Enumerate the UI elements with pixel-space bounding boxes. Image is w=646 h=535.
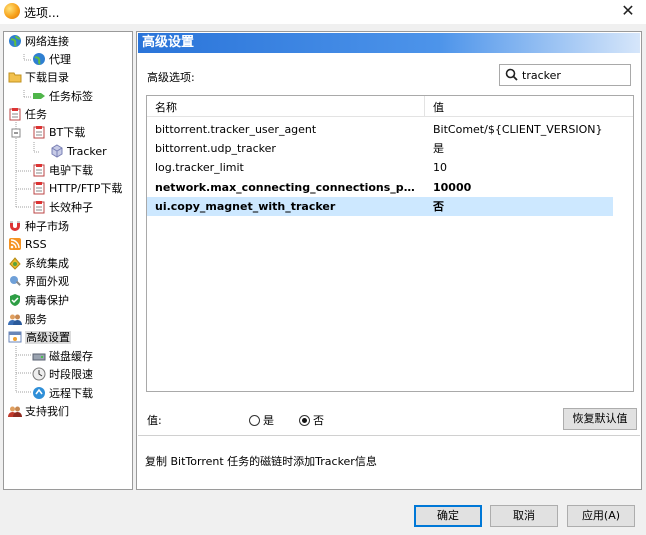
tree-item-system-integration[interactable]: 系统集成 [8, 255, 69, 273]
puzzle-icon [9, 257, 21, 270]
setting-value: BitComet/${CLIENT_VERSION} [433, 123, 603, 136]
tree-item-torrent-market[interactable]: 种子市场 [8, 218, 69, 236]
rss-icon [9, 238, 21, 250]
tree-item-disk-cache[interactable]: 磁盘缓存 [32, 348, 93, 366]
cancel-button[interactable]: 取消 [490, 505, 558, 527]
tree-item-virus-protection[interactable]: 病毒保护 [8, 292, 69, 310]
column-header-value[interactable]: 值 [433, 99, 444, 115]
tree-item-services[interactable]: 服务 [8, 311, 47, 329]
support-icon [8, 406, 22, 417]
tree-item-tasks[interactable]: 任务 [8, 106, 47, 124]
column-header-name[interactable]: 名称 [155, 99, 177, 115]
tree-item-proxy[interactable]: 代理 [32, 51, 71, 69]
globe-small-icon [33, 53, 45, 65]
radio-no[interactable]: 否 [299, 412, 324, 428]
tree-item-http-ftp-download[interactable]: HTTP/FTP下载 [32, 180, 122, 198]
setting-name: network.max_connecting_connections_per_t… [155, 181, 421, 194]
folder-icon [8, 72, 22, 83]
table-row[interactable]: bittorrent.tracker_user_agent BitComet/$… [147, 120, 613, 139]
settings-table: 名称 值 bittorrent.tracker_user_agent BitCo… [146, 95, 634, 392]
setting-name: log.tracker_limit [155, 161, 244, 174]
radio-yes-circle[interactable] [249, 415, 260, 426]
close-icon[interactable]: ✕ [618, 1, 638, 21]
tree-item-ed2k-download[interactable]: 电驴下载 [32, 162, 93, 180]
advanced-settings-icon [8, 331, 22, 343]
tree-item-task-tags[interactable]: 任务标签 [32, 88, 93, 106]
remote-icon [33, 387, 45, 399]
shield-icon [10, 294, 20, 306]
http-clipboard-icon [33, 182, 45, 195]
window-title: 选项... [24, 6, 60, 20]
setting-value: 是 [433, 142, 444, 155]
globe-icon [9, 35, 21, 47]
bitcomet-logo-icon [4, 3, 20, 19]
setting-name: ui.copy_magnet_with_tracker [155, 200, 336, 213]
advanced-settings-panel: 高级设置 高级选项: 名称 值 bittorrent.tracker_user_… [136, 31, 642, 490]
column-divider[interactable] [424, 96, 425, 116]
setting-name: bittorrent.tracker_user_agent [155, 123, 317, 136]
apply-button[interactable]: 应用(A) [567, 505, 635, 527]
clock-icon [32, 367, 46, 381]
users-icon [8, 314, 22, 325]
search-input[interactable] [522, 67, 626, 83]
tag-icon [33, 93, 45, 99]
table-row[interactable]: log.tracker_limit 10 [147, 158, 613, 177]
bt-clipboard-icon [33, 126, 45, 139]
tree-item-rss[interactable]: RSS [8, 236, 47, 254]
radio-yes-label: 是 [263, 414, 274, 427]
table-row[interactable]: bittorrent.udp_tracker 是 [147, 139, 613, 158]
divider [138, 435, 640, 436]
table-row-selected[interactable]: ui.copy_magnet_with_tracker 否 [147, 197, 613, 216]
collapse-toggle [11, 128, 21, 138]
radio-no-circle[interactable] [299, 415, 310, 426]
options-tree: 网络连接 代理 下载目录 任务标签 任务 BT下载 Tracker 电驴下载 H… [3, 31, 133, 490]
restore-default-button[interactable]: 恢复默认值 [563, 408, 637, 430]
setting-description: 复制 BitTorrent 任务的磁链时添加Tracker信息 [145, 455, 377, 468]
setting-value: 10000 [433, 181, 472, 194]
tree-item-tracker[interactable]: Tracker [50, 143, 107, 161]
tree-item-download-dir[interactable]: 下载目录 [8, 69, 69, 87]
tree-item-long-term-seeds[interactable]: 长效种子 [32, 199, 93, 217]
panel-title: 高级设置 [138, 33, 640, 53]
tree-item-bt-download[interactable]: BT下载 [32, 124, 85, 142]
tree-item-time-speed-limit[interactable]: 时段限速 [32, 366, 93, 384]
advanced-options-label: 高级选项: [147, 71, 195, 84]
cube-icon [51, 144, 63, 158]
ok-button[interactable]: 确定 [414, 505, 482, 527]
tree-item-support-us[interactable]: 支持我们 [8, 403, 69, 421]
magnet-icon [10, 221, 20, 231]
radio-yes[interactable]: 是 [249, 412, 274, 428]
tree-item-advanced-settings[interactable]: 高级设置 [8, 329, 71, 347]
ed2k-clipboard-icon [33, 164, 45, 177]
title-bar: 选项... ✕ [0, 0, 646, 24]
search-field[interactable] [499, 64, 631, 86]
seed-clipboard-icon [33, 201, 45, 214]
tree-item-remote-download[interactable]: 远程下载 [32, 385, 93, 403]
task-clipboard-icon [9, 108, 21, 121]
disk-icon [32, 353, 46, 361]
radio-no-label: 否 [313, 414, 324, 427]
table-header: 名称 值 [147, 96, 633, 117]
table-row[interactable]: network.max_connecting_connections_per_t… [147, 178, 613, 197]
search-icon [505, 68, 518, 81]
setting-name: bittorrent.udp_tracker [155, 142, 276, 155]
setting-value: 否 [433, 200, 444, 213]
tree-item-network[interactable]: 网络连接 [8, 33, 69, 51]
tree-item-appearance[interactable]: 界面外观 [8, 273, 69, 291]
setting-value: 10 [433, 161, 447, 174]
paint-icon [10, 276, 21, 286]
value-label: 值: [147, 414, 162, 427]
